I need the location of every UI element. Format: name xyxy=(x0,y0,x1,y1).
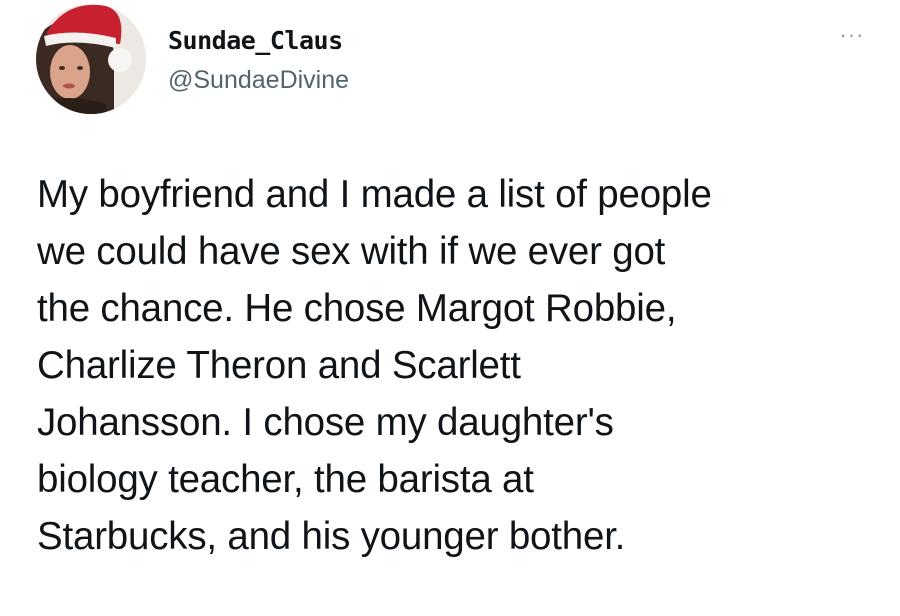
tweet-text-line: the chance. He chose Margot Robbie, xyxy=(37,287,677,330)
tweet-text-line: Charlize Theron and Scarlett xyxy=(37,344,521,387)
more-options-button[interactable]: ··· xyxy=(832,20,872,50)
more-horizontal-icon: ··· xyxy=(839,22,865,47)
avatar-image xyxy=(36,4,146,114)
author-display-name[interactable]: Sundae_Claus xyxy=(168,26,343,55)
author-avatar[interactable] xyxy=(36,4,146,114)
tweet-text-line: My boyfriend and I made a list of people xyxy=(37,173,712,216)
tweet-card: Sundae_Claus @SundaeDivine ··· My boyfri… xyxy=(0,0,900,616)
tweet-text: My boyfriend and I made a list of people… xyxy=(37,166,877,565)
tweet-text-line: we could have sex with if we ever got xyxy=(37,230,666,273)
tweet-text-line: biology teacher, the barista at xyxy=(37,458,534,501)
author-handle[interactable]: @SundaeDivine xyxy=(168,66,349,95)
tweet-text-line: Johansson. I chose my daughter's xyxy=(37,401,614,444)
tweet-text-line: Starbucks, and his younger bother. xyxy=(37,515,626,558)
